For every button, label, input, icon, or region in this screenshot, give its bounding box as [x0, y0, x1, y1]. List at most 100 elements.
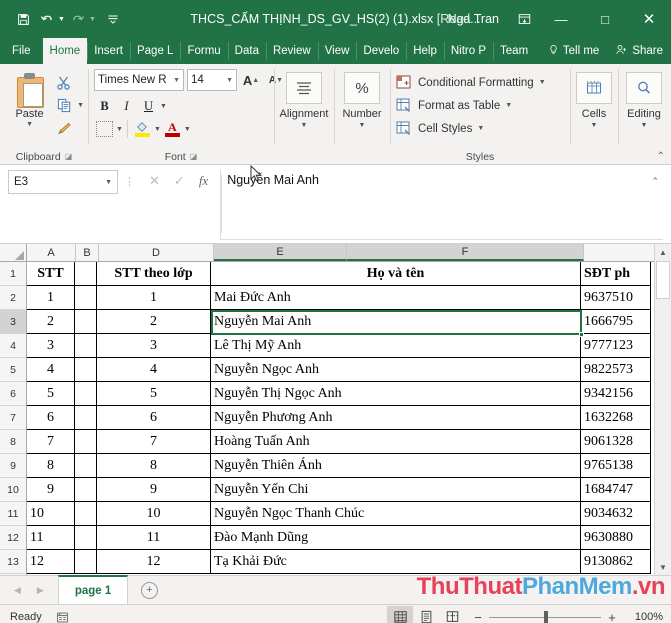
- row-header-3[interactable]: 3: [0, 310, 26, 334]
- user-account-name[interactable]: Nga Tran: [438, 12, 509, 26]
- cell-E6[interactable]: Nguyễn Thị Ngọc Anh: [211, 382, 581, 406]
- cell-B2[interactable]: [75, 286, 97, 310]
- editing-dropdown-caret-icon[interactable]: ▼: [641, 122, 648, 129]
- tab-nitro-pro[interactable]: Nitro P: [443, 38, 493, 64]
- cell-D6[interactable]: 5: [97, 382, 211, 406]
- cell-E7[interactable]: Nguyễn Phương Anh: [211, 406, 581, 430]
- cell-G6[interactable]: 9342156: [581, 382, 651, 406]
- select-all-corner[interactable]: [0, 244, 27, 261]
- cell-G9[interactable]: 9765138: [581, 454, 651, 478]
- underline-dropdown-caret-icon[interactable]: ▼: [160, 103, 167, 110]
- column-header-a[interactable]: A: [27, 244, 76, 261]
- italic-button[interactable]: I: [116, 96, 137, 116]
- number-dropdown-caret-icon[interactable]: ▼: [359, 122, 366, 129]
- cell-styles-caret-icon[interactable]: ▼: [477, 125, 484, 132]
- fill-color-dropdown-caret-icon[interactable]: ▼: [154, 126, 161, 133]
- save-icon[interactable]: [12, 8, 34, 30]
- cell-G11[interactable]: 9034632: [581, 502, 651, 526]
- font-color-dropdown-caret-icon[interactable]: ▼: [184, 126, 191, 133]
- cut-button[interactable]: [53, 72, 84, 93]
- name-box[interactable]: E3 ▼: [8, 170, 118, 194]
- format-as-table-caret-icon[interactable]: ▼: [505, 102, 512, 109]
- column-header-e[interactable]: E: [214, 244, 347, 261]
- tab-home[interactable]: Home: [42, 38, 88, 64]
- cell-B9[interactable]: [75, 454, 97, 478]
- previous-sheet-arrow-icon[interactable]: ◀: [14, 585, 21, 596]
- cell-D3[interactable]: 2: [97, 310, 211, 334]
- cell-E4[interactable]: Lê Thị Mỹ Anh: [211, 334, 581, 358]
- cell-B11[interactable]: [75, 502, 97, 526]
- cell-A7[interactable]: 6: [27, 406, 75, 430]
- column-header-d[interactable]: D: [99, 244, 214, 261]
- column-header-b[interactable]: B: [76, 244, 99, 261]
- cell-E8[interactable]: Hoàng Tuấn Anh: [211, 430, 581, 454]
- cell-G4[interactable]: 9777123: [581, 334, 651, 358]
- cell-E1[interactable]: Họ và tên: [211, 262, 581, 286]
- minimize-button[interactable]: —: [539, 0, 583, 38]
- cell-E10[interactable]: Nguyễn Yến Chi: [211, 478, 581, 502]
- font-name-caret-icon[interactable]: ▼: [173, 77, 180, 84]
- editing-collapsed-button[interactable]: Editing ▼: [618, 66, 670, 129]
- next-sheet-arrow-icon[interactable]: ▶: [37, 585, 44, 596]
- row-header-12[interactable]: 12: [0, 526, 26, 550]
- tab-team[interactable]: Team: [493, 38, 535, 64]
- redo-icon[interactable]: [67, 8, 89, 30]
- cell-B10[interactable]: [75, 478, 97, 502]
- tab-view[interactable]: View: [317, 38, 357, 64]
- conditional-formatting-button[interactable]: Conditional Formatting ▼: [396, 72, 546, 93]
- cell-D4[interactable]: 3: [97, 334, 211, 358]
- customize-quick-access-icon[interactable]: [102, 8, 124, 30]
- tab-page-layout[interactable]: Page L: [129, 38, 180, 64]
- cell-A9[interactable]: 8: [27, 454, 75, 478]
- cell-G1[interactable]: SĐT ph: [581, 262, 651, 286]
- row-header-13[interactable]: 13: [0, 550, 26, 574]
- sheet-tab-page-1[interactable]: page 1: [57, 575, 129, 604]
- expand-formula-bar-icon[interactable]: ⌃: [651, 176, 659, 187]
- cell-G13[interactable]: 9130862: [581, 550, 651, 574]
- close-button[interactable]: ✕: [627, 0, 671, 38]
- cell-G12[interactable]: 9630880: [581, 526, 651, 550]
- format-painter-button[interactable]: [53, 118, 84, 139]
- font-dialog-launcher-icon[interactable]: ◪: [190, 152, 198, 161]
- cell-styles-button[interactable]: Cell Styles ▼: [396, 118, 484, 139]
- add-sheet-button[interactable]: +: [128, 576, 170, 604]
- cell-D13[interactable]: 12: [97, 550, 211, 574]
- cell-A6[interactable]: 5: [27, 382, 75, 406]
- font-color-button[interactable]: A: [162, 119, 183, 139]
- undo-icon[interactable]: [36, 8, 58, 30]
- conditional-formatting-caret-icon[interactable]: ▼: [539, 79, 546, 86]
- underline-button[interactable]: U: [138, 96, 159, 116]
- tab-file[interactable]: File: [0, 38, 43, 64]
- cell-G3[interactable]: 1666795: [581, 310, 651, 334]
- increase-font-size-button[interactable]: A ▲: [240, 73, 262, 88]
- column-header-f[interactable]: F: [347, 244, 584, 261]
- borders-dropdown-caret-icon[interactable]: ▼: [116, 126, 123, 133]
- zoom-out-button[interactable]: −: [473, 610, 483, 623]
- cell-D5[interactable]: 4: [97, 358, 211, 382]
- cell-D9[interactable]: 8: [97, 454, 211, 478]
- cell-D1[interactable]: STT theo lớp: [97, 262, 211, 286]
- vertical-scrollbar[interactable]: ▲ ▼: [654, 244, 671, 575]
- fill-handle[interactable]: [579, 332, 584, 337]
- cancel-x-icon[interactable]: ✕: [149, 173, 160, 189]
- cell-E2[interactable]: Mai Đức Anh: [211, 286, 581, 310]
- row-header-1[interactable]: 1: [0, 262, 26, 286]
- format-as-table-button[interactable]: Format as Table ▼: [396, 95, 512, 116]
- maximize-button[interactable]: □: [583, 0, 627, 38]
- cell-B5[interactable]: [75, 358, 97, 382]
- alignment-dropdown-caret-icon[interactable]: ▼: [301, 122, 308, 129]
- cell-B13[interactable]: [75, 550, 97, 574]
- undo-dropdown-caret-icon[interactable]: ▼: [58, 16, 65, 23]
- cell-G2[interactable]: 9637510: [581, 286, 651, 310]
- tab-formulas[interactable]: Formu: [180, 38, 227, 64]
- cell-E3[interactable]: Nguyễn Mai Anh: [211, 310, 581, 334]
- cell-A2[interactable]: 1: [27, 286, 75, 310]
- cell-B7[interactable]: [75, 406, 97, 430]
- cell-A3[interactable]: 2: [27, 310, 75, 334]
- cell-E13[interactable]: Tạ Khải Đức: [211, 550, 581, 574]
- copy-button[interactable]: ▼: [53, 95, 84, 116]
- row-header-6[interactable]: 6: [0, 382, 26, 406]
- cell-A5[interactable]: 4: [27, 358, 75, 382]
- cell-A13[interactable]: 12: [27, 550, 75, 574]
- fx-icon[interactable]: fx: [199, 173, 208, 189]
